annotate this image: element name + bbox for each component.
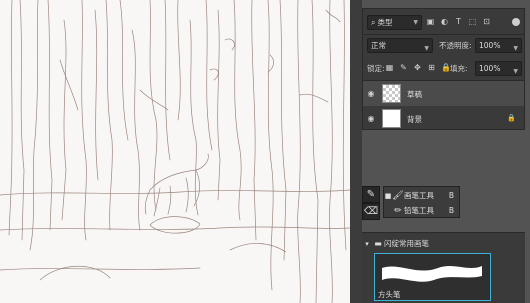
layer-filter-row: ⌕ 类型 ▼ ▣ ◐ T ⬚ ⊡ (363, 15, 524, 31)
fill-value: 100% (479, 64, 501, 73)
flyout-item-label: 画笔工具 (404, 191, 434, 200)
brush-preset-item[interactable]: 方头笔 (374, 253, 491, 301)
lock-icon[interactable]: 🔒 (507, 114, 516, 122)
layer-name[interactable]: 背景 (407, 114, 422, 125)
blend-mode-select[interactable]: 正常 ▼ (367, 38, 433, 53)
tool-flyout-area: ✎ ⌫ ■ 🖌 画笔工具 B ✏ 铅笔工具 B (362, 184, 462, 220)
smart-object-filter-icon[interactable]: ⊡ (482, 17, 491, 27)
filter-kind-label: 类型 (377, 18, 393, 27)
brush-tool-button[interactable]: ✎ (362, 186, 380, 203)
flyout-item-brush[interactable]: ■ 🖌 画笔工具 B (384, 188, 459, 203)
lock-row: 锁定: ▦ ✎ ✥ ⊞ 🔒 填充: 100% ▼ (363, 61, 524, 77)
filter-icons: ▣ ◐ T ⬚ ⊡ (426, 17, 491, 27)
tool-flyout-menu: ■ 🖌 画笔工具 B ✏ 铅笔工具 B (383, 186, 460, 218)
forest-deer-sketch (0, 0, 350, 303)
shortcut-key: B (448, 206, 454, 215)
adjustment-filter-icon[interactable]: ◐ (440, 17, 449, 27)
active-bullet-icon: ■ (384, 191, 392, 200)
brush-icon: 🖌 (392, 190, 404, 201)
chevron-down-icon: ▼ (424, 45, 429, 52)
lock-all-icon[interactable]: 🔒 (441, 63, 451, 73)
layers-panel: ⌕ 类型 ▼ ▣ ◐ T ⬚ ⊡ 正常 ▼ 不透明度: 100% ▼ 锁定: ▦… (362, 8, 525, 130)
eye-icon[interactable]: ◉ (366, 89, 376, 98)
shortcut-key: B (448, 191, 454, 200)
opacity-field[interactable]: 100% ▼ (475, 38, 522, 53)
panel-gutter (350, 0, 362, 303)
lock-label: 锁定: (367, 64, 385, 73)
search-icon: ⌕ (371, 17, 376, 27)
layer-thumbnail (382, 84, 401, 103)
layer-row-draft[interactable]: ◉ 草稿 (363, 81, 524, 106)
lock-artboard-icon[interactable]: ⊞ (427, 63, 436, 73)
layer-filter-kind-select[interactable]: ⌕ 类型 ▼ (367, 15, 422, 30)
image-filter-icon[interactable]: ▣ (426, 17, 435, 27)
document-canvas[interactable] (0, 0, 350, 303)
type-filter-icon[interactable]: T (454, 17, 463, 27)
lock-transparency-icon[interactable]: ▦ (385, 63, 394, 73)
layer-thumbnail (382, 109, 401, 128)
flyout-item-label: 铅笔工具 (404, 206, 434, 215)
opacity-label: 不透明度: (439, 41, 472, 50)
fill-field[interactable]: 100% ▼ (475, 61, 522, 76)
chevron-down-icon[interactable]: ▾ (362, 240, 372, 248)
lock-position-icon[interactable]: ✥ (413, 63, 422, 73)
shape-filter-icon[interactable]: ⬚ (468, 17, 477, 27)
chevron-down-icon: ▼ (513, 68, 518, 75)
blend-row: 正常 ▼ 不透明度: 100% ▼ (363, 38, 524, 54)
brush-name: 方头笔 (378, 290, 401, 299)
brush-group-header[interactable]: ▾ ▬ 闪绽常用画笔 (362, 237, 525, 250)
eye-icon[interactable]: ◉ (366, 114, 376, 123)
opacity-value: 100% (479, 41, 501, 50)
pencil-icon: ✏ (394, 205, 402, 216)
chevron-down-icon: ▼ (413, 19, 418, 26)
fill-label: 填充: (450, 64, 468, 73)
divider (363, 34, 524, 35)
brush-presets-panel: ▾ ▬ 闪绽常用画笔 方头笔 (362, 232, 525, 303)
filter-toggle[interactable] (512, 18, 520, 26)
lock-icons: ▦ ✎ ✥ ⊞ 🔒 (385, 63, 451, 73)
brush-group-label: 闪绽常用画笔 (384, 239, 429, 248)
flyout-item-pencil[interactable]: ✏ 铅笔工具 B (384, 203, 459, 218)
chevron-down-icon: ▼ (513, 45, 518, 52)
brush-stroke-preview (382, 266, 482, 282)
eraser-tool-button[interactable]: ⌫ (362, 203, 380, 220)
layer-row-background[interactable]: ◉ 背景 🔒 (363, 106, 524, 131)
layer-name[interactable]: 草稿 (407, 89, 422, 100)
folder-icon: ▬ (374, 239, 382, 248)
lock-image-icon[interactable]: ✎ (399, 63, 408, 73)
blend-mode-value: 正常 (371, 41, 386, 50)
